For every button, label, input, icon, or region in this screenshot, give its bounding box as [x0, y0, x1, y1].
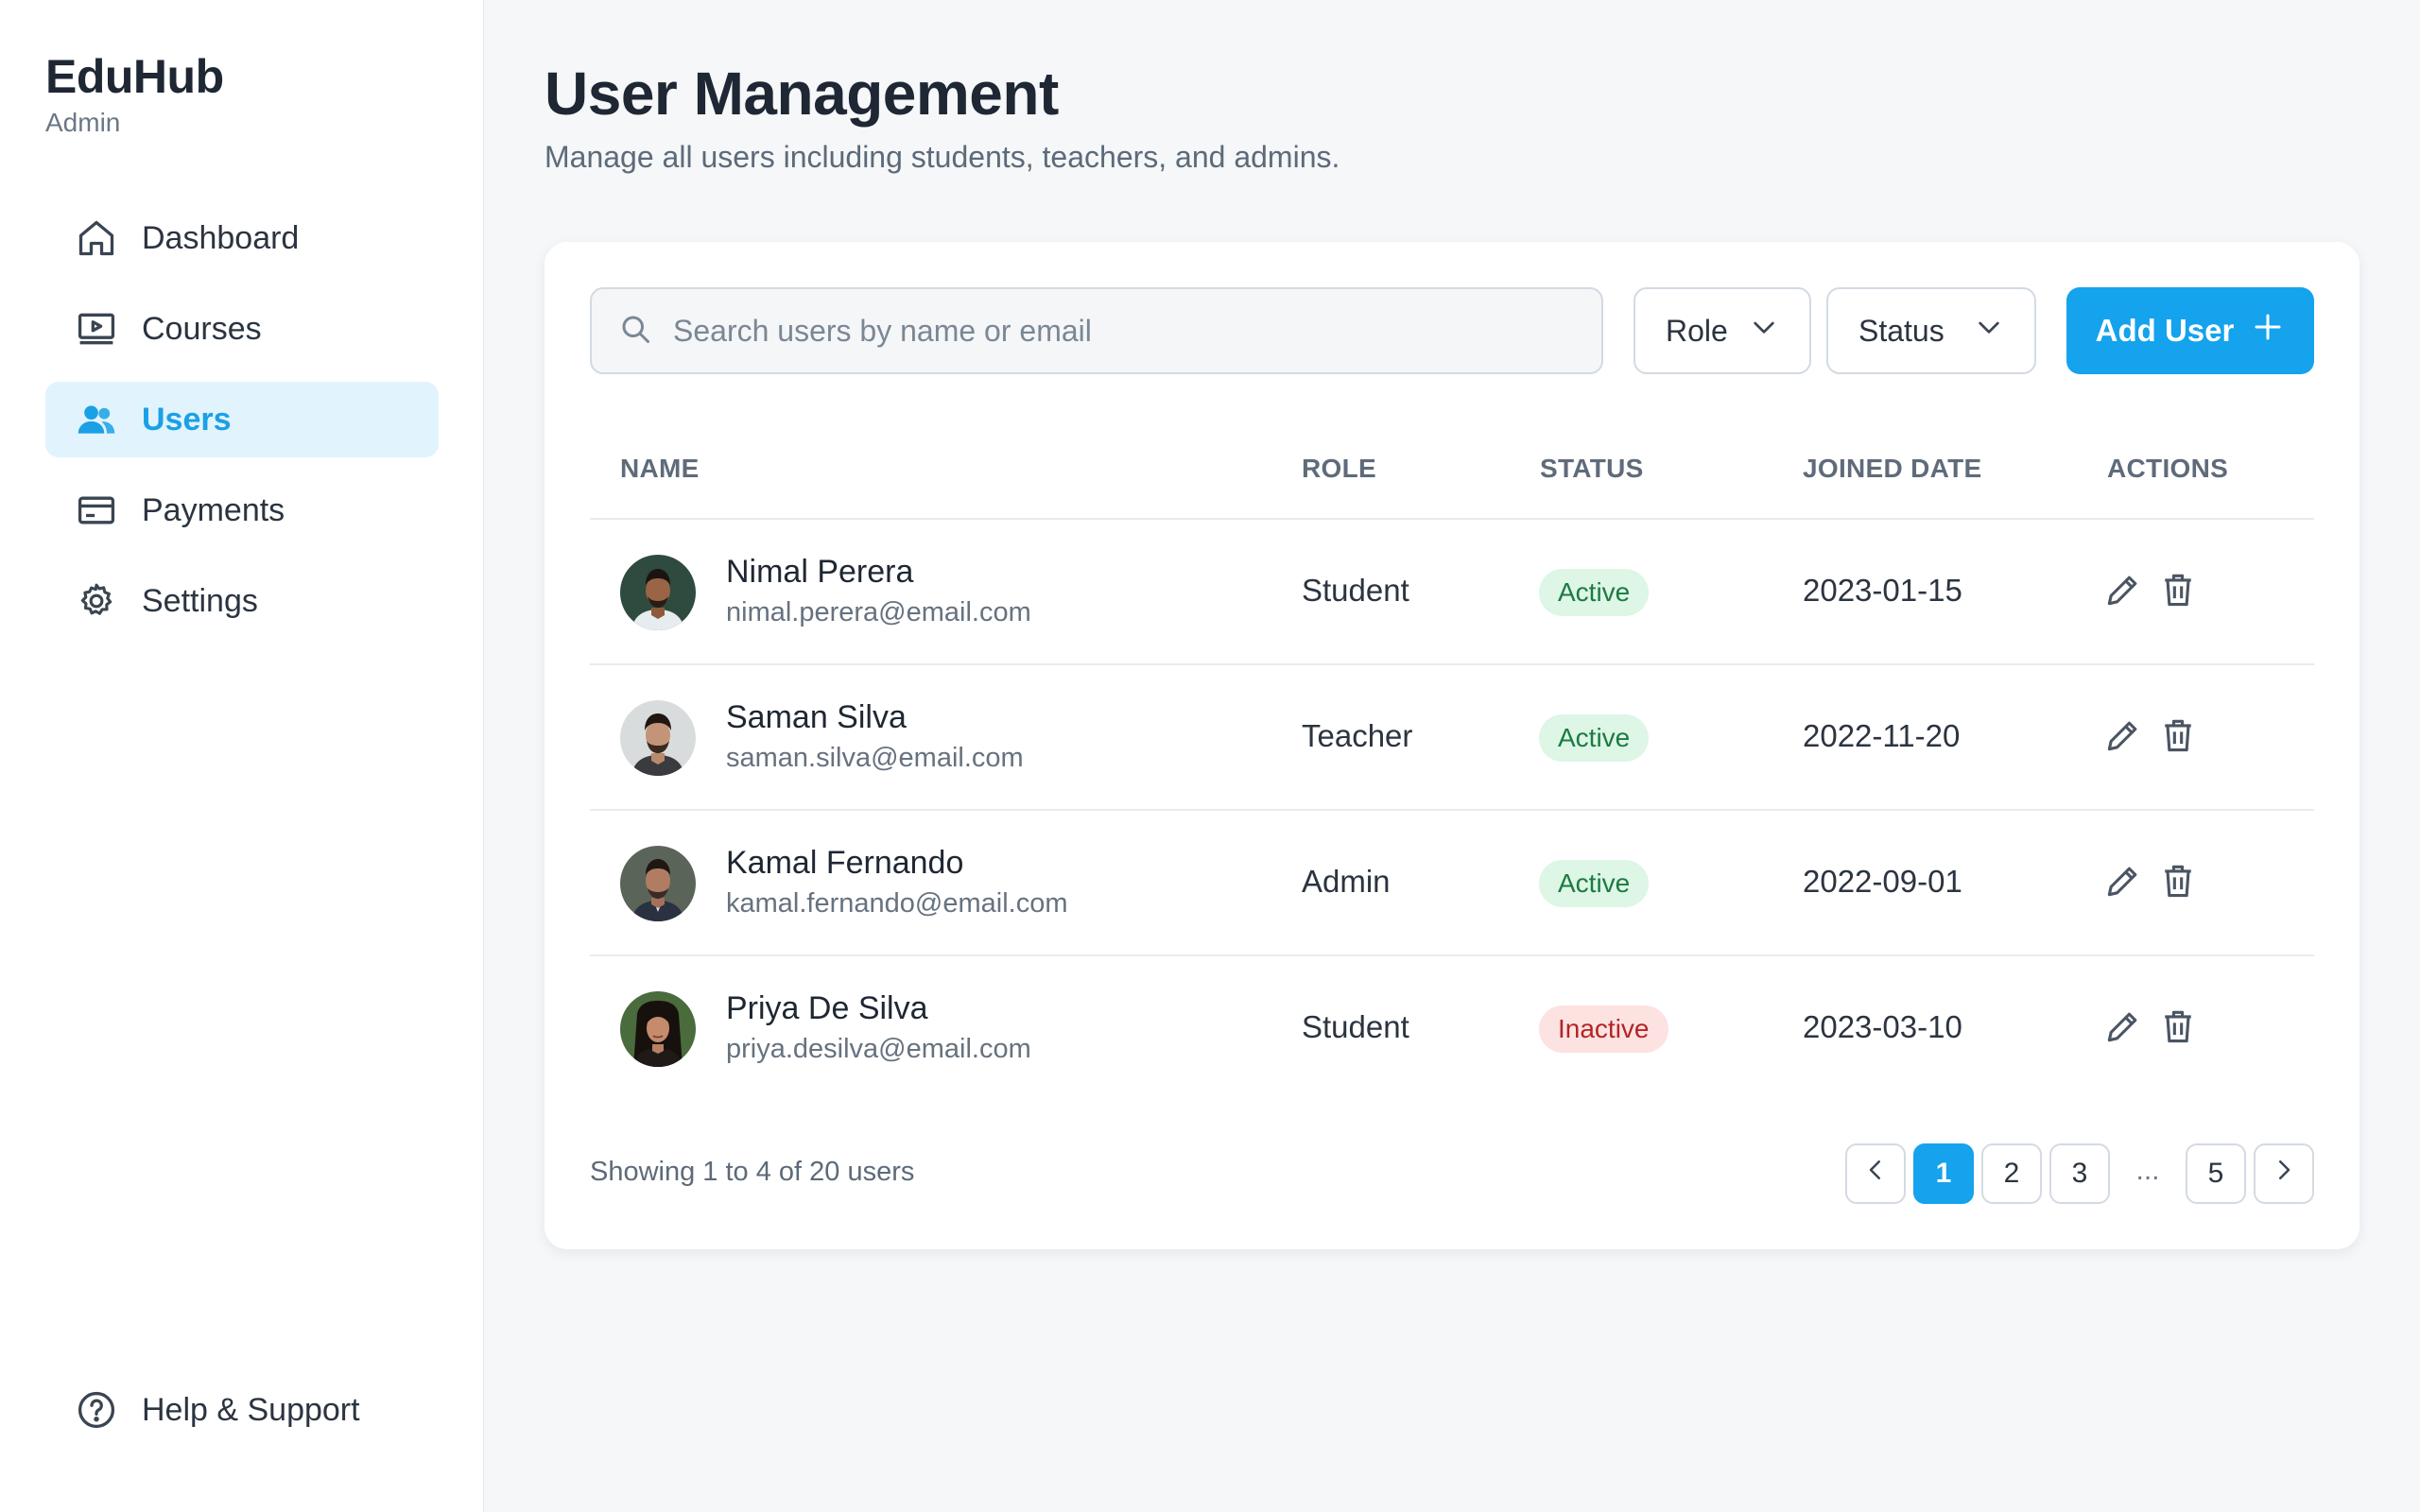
- user-name: Saman Silva: [726, 699, 907, 735]
- plus-icon: [2234, 310, 2285, 352]
- status-badge: Active: [1539, 714, 1650, 762]
- sidebar-item-users[interactable]: Users: [45, 382, 439, 457]
- status-badge: Active: [1539, 569, 1650, 616]
- edit-icon[interactable]: [2102, 714, 2144, 756]
- user-email: priya.desilva@email.com: [726, 1034, 1031, 1064]
- avatar: [620, 555, 696, 630]
- sidebar-item-settings[interactable]: Settings: [45, 563, 439, 639]
- status-filter-dropdown[interactable]: Status: [1826, 287, 2036, 374]
- table-row[interactable]: Nimal Perera nimal.perera@email.com Stud…: [590, 520, 2314, 665]
- column-header-role[interactable]: ROLE: [1302, 454, 1376, 484]
- edit-icon[interactable]: [2102, 569, 2144, 610]
- video-lesson-icon: [76, 308, 117, 350]
- sidebar-item-label: Users: [142, 401, 232, 438]
- table-row[interactable]: Saman Silva saman.silva@email.com Teache…: [590, 665, 2314, 811]
- user-name: Nimal Perera: [726, 554, 914, 590]
- sidebar-nav: Dashboard Courses Users Payments Setting…: [45, 200, 439, 654]
- help-support-link[interactable]: Help & Support: [76, 1389, 360, 1431]
- page-button-1[interactable]: 1: [1913, 1143, 1974, 1204]
- sidebar-item-label: Payments: [142, 491, 285, 528]
- gear-icon: [76, 580, 117, 622]
- sidebar-item-label: Settings: [142, 582, 258, 619]
- user-role: Student: [1302, 1009, 1409, 1044]
- user-email: saman.silva@email.com: [726, 743, 1024, 773]
- table-header: NAME ROLE STATUS JOINED DATE ACTIONS: [590, 440, 2314, 520]
- table-row[interactable]: Priya De Silva priya.desilva@email.com S…: [590, 956, 2314, 1102]
- column-header-actions: ACTIONS: [2107, 454, 2229, 483]
- trash-icon[interactable]: [2157, 714, 2199, 756]
- page-title: User Management: [544, 60, 1059, 128]
- pagination-summary: Showing 1 to 4 of 20 users: [590, 1157, 915, 1187]
- chevron-left-icon: [1861, 1156, 1890, 1192]
- sidebar-item-label: Courses: [142, 310, 262, 347]
- status-badge: Active: [1539, 860, 1650, 907]
- users-card: Role Status Add User NAME ROLE STATUS JO…: [544, 242, 2360, 1249]
- avatar: [620, 846, 696, 921]
- status-filter-label: Status: [1858, 313, 1945, 348]
- home-icon: [76, 217, 117, 259]
- user-role: Admin: [1302, 864, 1391, 899]
- help-support-label: Help & Support: [142, 1391, 360, 1428]
- add-user-label: Add User: [2095, 313, 2235, 348]
- pagination-ellipsis: ...: [2135, 1155, 2160, 1186]
- user-role: Student: [1302, 573, 1409, 608]
- next-page-button[interactable]: [2254, 1143, 2314, 1204]
- trash-icon[interactable]: [2157, 569, 2199, 610]
- brand-logo-text[interactable]: EduHub: [45, 49, 224, 104]
- user-email: kamal.fernando@email.com: [726, 888, 1068, 919]
- role-filter-label: Role: [1666, 313, 1728, 348]
- search-box[interactable]: [590, 287, 1603, 374]
- user-role: Teacher: [1302, 718, 1413, 753]
- sidebar-item-courses[interactable]: Courses: [45, 291, 439, 367]
- avatar: [620, 991, 696, 1067]
- column-header-status[interactable]: STATUS: [1540, 454, 1644, 484]
- sidebar-item-payments[interactable]: Payments: [45, 472, 439, 548]
- prev-page-button[interactable]: [1845, 1143, 1906, 1204]
- search-icon: [618, 312, 652, 351]
- table-row[interactable]: Kamal Fernando kamal.fernando@email.com …: [590, 811, 2314, 956]
- chevron-down-icon: [1974, 312, 2004, 350]
- edit-icon[interactable]: [2102, 860, 2144, 902]
- joined-date: 2023-01-15: [1803, 573, 1962, 608]
- sidebar-item-dashboard[interactable]: Dashboard: [45, 200, 439, 276]
- sidebar: EduHub Admin Dashboard Courses Users Pay…: [0, 0, 484, 1512]
- help-circle-icon: [76, 1389, 117, 1431]
- brand-subtitle: Admin: [45, 108, 121, 137]
- page-button-3[interactable]: 3: [2049, 1143, 2110, 1204]
- sidebar-item-label: Dashboard: [142, 219, 300, 256]
- joined-date: 2022-09-01: [1803, 864, 1962, 899]
- page-button-5[interactable]: 5: [2186, 1143, 2246, 1204]
- credit-card-icon: [76, 490, 117, 531]
- column-header-joined-date[interactable]: JOINED DATE: [1803, 454, 1981, 484]
- users-icon: [76, 399, 117, 440]
- user-email: nimal.perera@email.com: [726, 597, 1031, 627]
- chevron-down-icon: [1749, 312, 1779, 350]
- page-subtitle: Manage all users including students, tea…: [544, 140, 1340, 174]
- role-filter-dropdown[interactable]: Role: [1634, 287, 1811, 374]
- trash-icon[interactable]: [2157, 860, 2199, 902]
- page-button-2[interactable]: 2: [1981, 1143, 2042, 1204]
- user-name: Priya De Silva: [726, 990, 928, 1026]
- user-name: Kamal Fernando: [726, 845, 964, 881]
- chevron-right-icon: [2270, 1156, 2298, 1192]
- search-input[interactable]: [673, 313, 1599, 349]
- joined-date: 2023-03-10: [1803, 1009, 1962, 1044]
- edit-icon[interactable]: [2102, 1005, 2144, 1047]
- avatar: [620, 700, 696, 776]
- joined-date: 2022-11-20: [1803, 718, 1961, 753]
- add-user-button[interactable]: Add User: [2066, 287, 2314, 374]
- status-badge: Inactive: [1539, 1005, 1668, 1053]
- trash-icon[interactable]: [2157, 1005, 2199, 1047]
- column-header-name[interactable]: NAME: [620, 454, 700, 484]
